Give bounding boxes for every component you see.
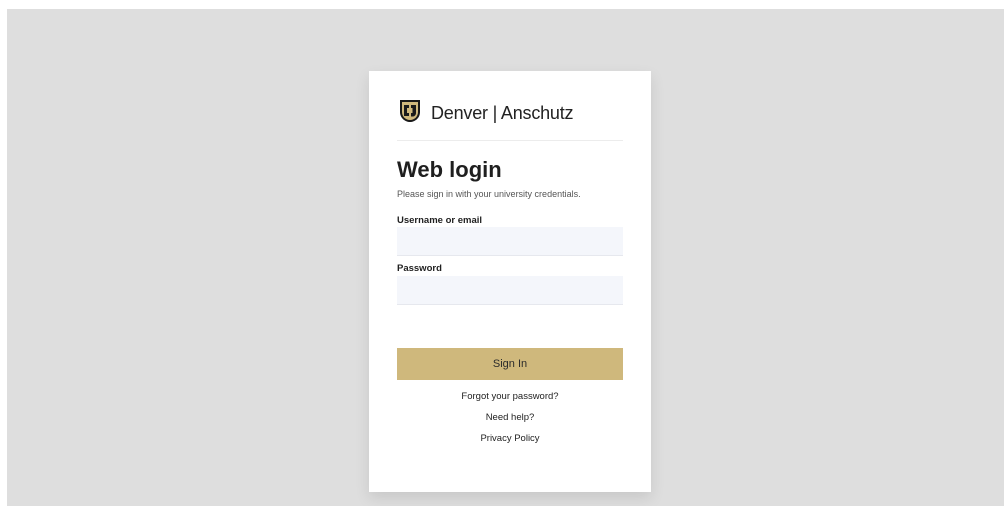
username-label: Username or email <box>397 215 483 226</box>
need-help-link[interactable]: Need help? <box>369 412 651 424</box>
brand-header: Denver | Anschutz <box>397 98 623 141</box>
login-card: Denver | Anschutz Web login Please sign … <box>369 71 651 492</box>
username-input[interactable] <box>397 227 623 256</box>
password-input[interactable] <box>397 276 623 305</box>
sign-in-button[interactable]: Sign In <box>397 348 623 380</box>
cu-logo-icon <box>400 100 420 122</box>
password-label: Password <box>397 263 442 274</box>
page-title: Web login <box>397 157 502 182</box>
brand-name: Denver | Anschutz <box>431 103 574 123</box>
page-subtitle: Please sign in with your university cred… <box>397 189 581 199</box>
forgot-password-link[interactable]: Forgot your password? <box>369 391 651 403</box>
privacy-policy-link[interactable]: Privacy Policy <box>369 433 651 445</box>
